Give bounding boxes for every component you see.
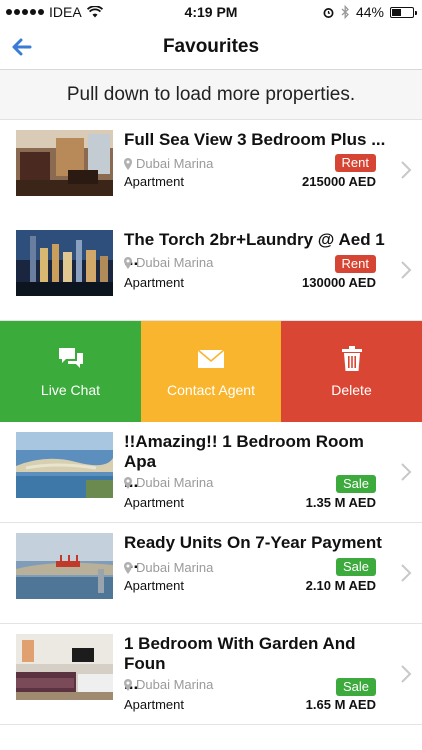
contact-agent-button[interactable]: Contact Agent	[141, 321, 281, 422]
delete-button[interactable]: Delete	[281, 321, 422, 422]
property-type: Apartment	[124, 174, 184, 189]
chevron-right-icon	[401, 665, 412, 683]
listing-price: 130000 AED	[302, 275, 376, 290]
sale-badge: Sale	[335, 678, 376, 696]
listing-location: Dubai Marina	[124, 255, 213, 270]
pull-to-load-banner[interactable]: Pull down to load more properties.	[0, 70, 422, 120]
listing-title-line1: !!Amazing!! 1 Bedroom Room Apa	[124, 432, 364, 471]
chat-bubbles-icon	[58, 347, 83, 368]
location-pin-icon	[124, 561, 132, 574]
location-text: Dubai Marina	[136, 156, 214, 171]
property-photo	[16, 432, 113, 498]
property-photo	[16, 130, 113, 196]
listing-location: Dubai Marina	[124, 560, 213, 575]
bluetooth-icon	[341, 5, 349, 19]
listing-price: 2.10 M AED	[305, 578, 376, 593]
location-pin-icon	[124, 256, 132, 269]
listing-title: Full Sea View 3 Bedroom Plus ...	[124, 130, 386, 149]
property-type: Apartment	[124, 495, 184, 510]
page-title: Favourites	[162, 36, 260, 57]
status-right: 44%	[322, 4, 417, 20]
chevron-right-icon	[401, 564, 412, 582]
swipe-actions: Live Chat Contact Agent Delete	[0, 321, 422, 422]
listing-price: 215000 AED	[302, 174, 376, 189]
property-type: Apartment	[124, 275, 184, 290]
listing-item[interactable]: !!Amazing!! 1 Bedroom Room Apa ... Dubai…	[0, 422, 422, 523]
contact-agent-label: Contact Agent	[167, 381, 255, 398]
live-chat-button[interactable]: Live Chat	[0, 321, 141, 422]
property-type: Apartment	[124, 578, 184, 593]
location-text: Dubai Marina	[136, 677, 214, 692]
battery-percent: 44%	[355, 4, 384, 20]
sale-badge: Sale	[335, 475, 376, 493]
location-text: Dubai Marina	[136, 560, 214, 575]
listing-location: Dubai Marina	[124, 475, 213, 490]
property-type: Apartment	[124, 697, 184, 712]
nav-bar: Favourites	[0, 24, 422, 70]
delete-label: Delete	[331, 381, 372, 398]
location-pin-icon	[124, 678, 132, 691]
listing-price: 1.65 M AED	[305, 697, 376, 712]
listing-item[interactable]: 1 Bedroom With Garden And Foun ... Dubai…	[0, 624, 422, 725]
rent-badge: Rent	[334, 154, 376, 172]
property-photo	[16, 634, 113, 700]
status-bar: IDEA 4:19 PM 44%	[0, 0, 422, 24]
property-photo	[16, 230, 113, 296]
location-text: Dubai Marina	[136, 255, 214, 270]
chevron-right-icon	[401, 463, 412, 481]
live-chat-label: Live Chat	[40, 381, 101, 398]
listing-title-line1: 1 Bedroom With Garden And Foun	[124, 634, 356, 673]
property-photo	[16, 533, 113, 599]
battery-icon	[390, 6, 417, 18]
listing-price: 1.35 M AED	[305, 495, 376, 510]
rent-badge: Rent	[334, 255, 376, 273]
listing-location: Dubai Marina	[124, 156, 213, 171]
listing-item[interactable]: Ready Units On 7-Year Payment ... Dubai …	[0, 523, 422, 624]
sale-badge: Sale	[335, 558, 376, 576]
location-text: Dubai Marina	[136, 475, 214, 490]
location-pin-icon	[124, 476, 132, 489]
chevron-right-icon	[401, 161, 412, 179]
listing-location: Dubai Marina	[124, 677, 213, 692]
envelope-icon	[197, 348, 225, 368]
trash-icon	[341, 345, 362, 371]
listing-item[interactable]: The Torch 2br+Laundry @ Aed 1 ... Dubai …	[0, 220, 422, 321]
listing-item[interactable]: Full Sea View 3 Bedroom Plus ... Dubai M…	[0, 120, 422, 221]
location-pin-icon	[124, 157, 132, 170]
chevron-right-icon	[401, 261, 412, 279]
alarm-icon	[323, 7, 334, 18]
